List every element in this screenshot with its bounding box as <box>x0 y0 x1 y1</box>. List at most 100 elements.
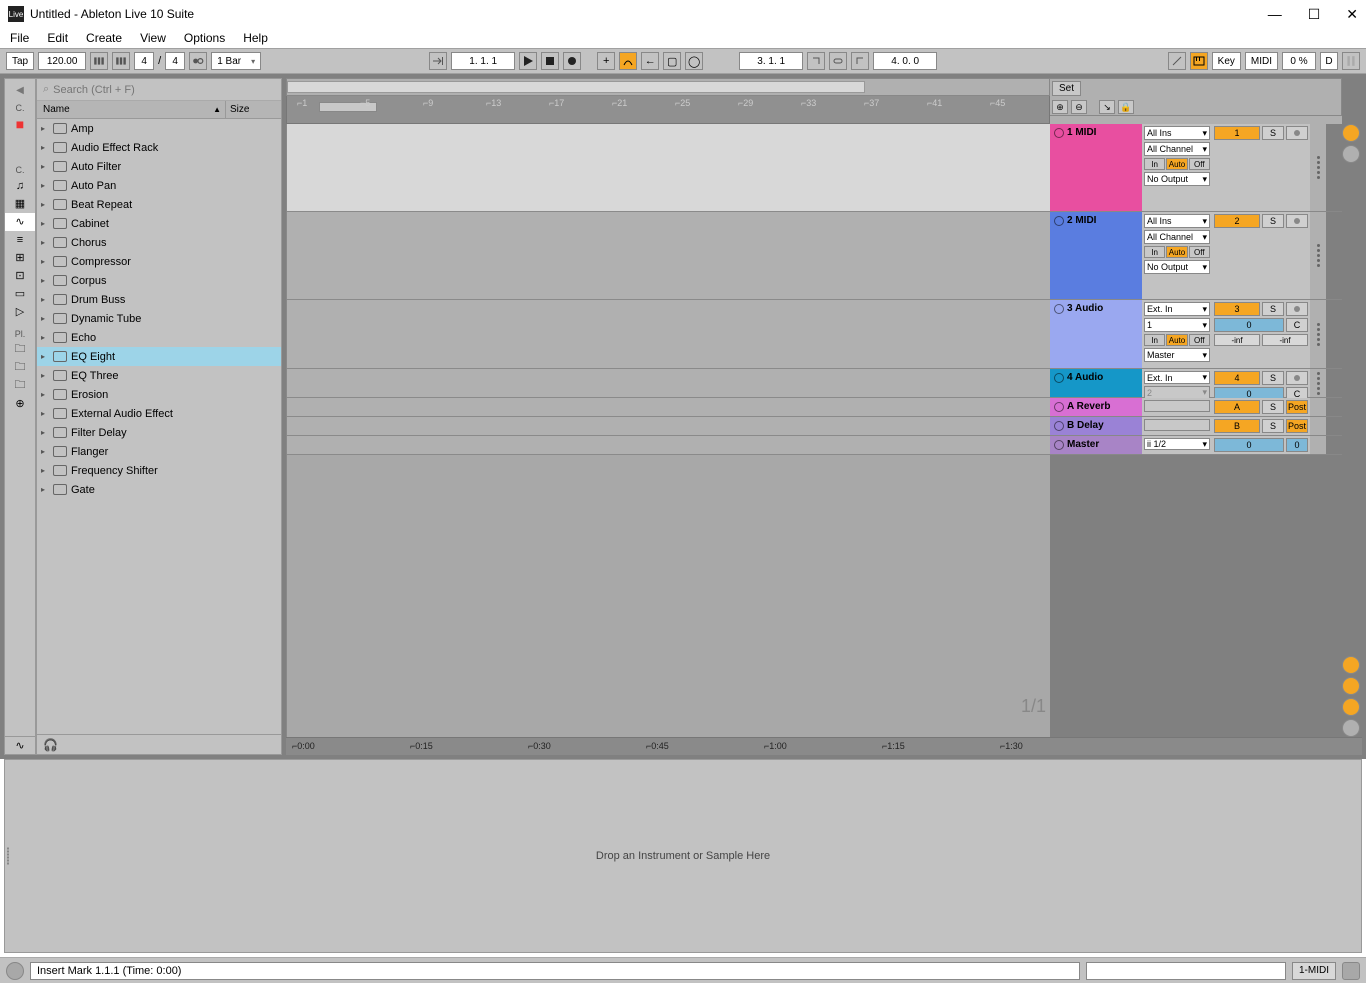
track-header[interactable]: 4 Audio Ext. In▾ 2▾ 4S 0C <box>1050 369 1342 398</box>
return-header[interactable]: B Delay BSPost <box>1050 417 1342 436</box>
midi-map-button[interactable]: MIDI <box>1245 52 1278 70</box>
category-instruments-icon[interactable]: ▦ <box>5 195 35 213</box>
punch-out-button[interactable] <box>851 52 869 70</box>
device-drop-area[interactable]: Drop an Instrument or Sample Here <box>4 759 1362 953</box>
menu-view[interactable]: View <box>140 31 166 45</box>
return-name[interactable]: A Reverb <box>1067 401 1111 412</box>
automation-arm-button[interactable] <box>619 52 637 70</box>
track-fold-button[interactable] <box>1054 128 1064 138</box>
browser-item[interactable]: ▸EQ Eight <box>37 347 281 366</box>
session-arrange-toggle[interactable] <box>1342 124 1360 142</box>
input-channel-dropdown[interactable]: 1▾ <box>1144 318 1210 332</box>
browser-search-input[interactable] <box>53 84 275 96</box>
column-name-header[interactable]: Name <box>43 104 70 115</box>
session-record-button[interactable]: ◯ <box>685 52 703 70</box>
category-drums-icon[interactable]: ♫ <box>5 177 35 195</box>
resize-handle[interactable] <box>7 848 9 865</box>
capture-button[interactable]: ▢ <box>663 52 681 70</box>
track-options-toggle[interactable] <box>1342 719 1360 737</box>
browser-item[interactable]: ▸Corpus <box>37 271 281 290</box>
detail-view-toggle[interactable] <box>1342 962 1360 980</box>
track-header[interactable]: 3 Audio Ext. In▾ 1▾ InAutoOff Master▾ 3S… <box>1050 300 1342 369</box>
add-track-button[interactable]: ⊖ <box>1071 100 1087 114</box>
return-name[interactable]: B Delay <box>1067 420 1104 431</box>
return-lane[interactable] <box>287 398 1050 417</box>
stop-button[interactable] <box>541 52 559 70</box>
reenable-automation-button[interactable]: ← <box>641 52 659 70</box>
browser-item[interactable]: ▸Chorus <box>37 233 281 252</box>
browser-item[interactable]: ▸Drum Buss <box>37 290 281 309</box>
browser-item[interactable]: ▸Compressor <box>37 252 281 271</box>
collapse-browser-button[interactable]: ◀ <box>16 85 24 96</box>
return-tracks-toggle[interactable] <box>1342 677 1360 695</box>
return-lane[interactable] <box>287 417 1050 436</box>
tap-tempo-button[interactable]: Tap <box>6 52 34 70</box>
sort-asc-icon[interactable]: ▲ <box>213 105 221 114</box>
category-audio-effects-icon[interactable]: ∿ <box>5 213 35 231</box>
groove-pool-button[interactable]: ∿ <box>5 736 35 754</box>
minimize-button[interactable]: ― <box>1268 6 1282 23</box>
menu-file[interactable]: File <box>10 31 29 45</box>
browser-item[interactable]: ▸Flanger <box>37 442 281 461</box>
places-user-icon[interactable]: 🗀 <box>5 359 35 377</box>
follow-button[interactable] <box>429 52 447 70</box>
time-sig-den[interactable]: 4 <box>165 52 185 70</box>
record-button[interactable] <box>563 52 581 70</box>
track-fold-button[interactable] <box>1054 373 1064 383</box>
track-header[interactable]: 2 MIDI All Ins▾ All Channel▾ InAutoOff N… <box>1050 212 1342 300</box>
browser-item[interactable]: ▸Amp <box>37 119 281 138</box>
track-lane[interactable] <box>287 300 1050 369</box>
category-samples-icon[interactable]: ▷ <box>5 303 35 321</box>
category-maxforlive-icon[interactable]: ⊞ <box>5 249 35 267</box>
category-midi-effects-icon[interactable]: ≡ <box>5 231 35 249</box>
overdub-button[interactable]: + <box>597 52 615 70</box>
computer-midi-keyboard-button[interactable] <box>1190 52 1208 70</box>
track-fold-button[interactable] <box>1054 304 1064 314</box>
key-map-button[interactable]: Key <box>1212 52 1241 70</box>
track-name[interactable]: 1 MIDI <box>1067 127 1096 138</box>
output-dropdown[interactable]: No Output▾ <box>1144 260 1210 274</box>
io-section-toggle[interactable] <box>1342 145 1360 163</box>
loop-button[interactable] <box>829 52 847 70</box>
arrangement-position[interactable]: 1. 1. 1 <box>451 52 515 70</box>
back-to-arrangement-button[interactable]: ⊕ <box>1052 100 1068 114</box>
browser-item[interactable]: ▸Erosion <box>37 385 281 404</box>
menu-create[interactable]: Create <box>86 31 122 45</box>
output-dropdown[interactable]: No Output▾ <box>1144 172 1210 186</box>
master-name[interactable]: Master <box>1067 439 1099 450</box>
quantize-menu[interactable]: 1 Bar <box>211 52 261 70</box>
browser-item[interactable]: ▸Dynamic Tube <box>37 309 281 328</box>
punch-in-button[interactable] <box>807 52 825 70</box>
browser-item[interactable]: ▸Beat Repeat <box>37 195 281 214</box>
overview-scrollbar[interactable] <box>286 78 1050 96</box>
draw-mode-button[interactable] <box>1168 52 1186 70</box>
master-header[interactable]: Master ii 1/2▾ 00 <box>1050 436 1342 455</box>
track-lane[interactable] <box>287 212 1050 300</box>
track-header[interactable]: 1 MIDI All Ins▾ All Channel▾ InAutoOff N… <box>1050 124 1342 212</box>
browser-item[interactable]: ▸Auto Pan <box>37 176 281 195</box>
return-header[interactable]: A Reverb ASPost <box>1050 398 1342 417</box>
browser-item[interactable]: ▸EQ Three <box>37 366 281 385</box>
browser-item[interactable]: ▸Auto Filter <box>37 157 281 176</box>
set-button[interactable]: Set <box>1052 81 1081 96</box>
menu-help[interactable]: Help <box>243 31 268 45</box>
time-ruler[interactable]: ⌐0:00⌐0:15⌐0:30⌐0:45⌐1:00⌐1:15⌐1:30 <box>286 737 1050 755</box>
browser-item[interactable]: ▸Cabinet <box>37 214 281 233</box>
lock-envelopes-button[interactable]: 🔒 <box>1118 100 1134 114</box>
crossfader-toggle[interactable] <box>1342 698 1360 716</box>
input-type-dropdown[interactable]: Ext. In▾ <box>1144 302 1210 316</box>
play-button[interactable] <box>519 52 537 70</box>
close-button[interactable]: ✕ <box>1346 6 1358 23</box>
track-fold-button[interactable] <box>1054 216 1064 226</box>
browser-item[interactable]: ▸Audio Effect Rack <box>37 138 281 157</box>
mixer-section-toggle[interactable] <box>1342 656 1360 674</box>
input-channel-dropdown[interactable]: All Channel▾ <box>1144 230 1210 244</box>
track-delay-button[interactable]: ↘ <box>1099 100 1115 114</box>
column-size-header[interactable]: Size <box>225 101 281 118</box>
browser-item[interactable]: ▸Echo <box>37 328 281 347</box>
track-lane[interactable] <box>287 124 1050 212</box>
nudge-down-button[interactable] <box>90 52 108 70</box>
browser-item[interactable]: ▸Gate <box>37 480 281 499</box>
places-add-folder-icon[interactable]: ⊕ <box>5 395 35 413</box>
category-plugins-icon[interactable]: ⊡ <box>5 267 35 285</box>
